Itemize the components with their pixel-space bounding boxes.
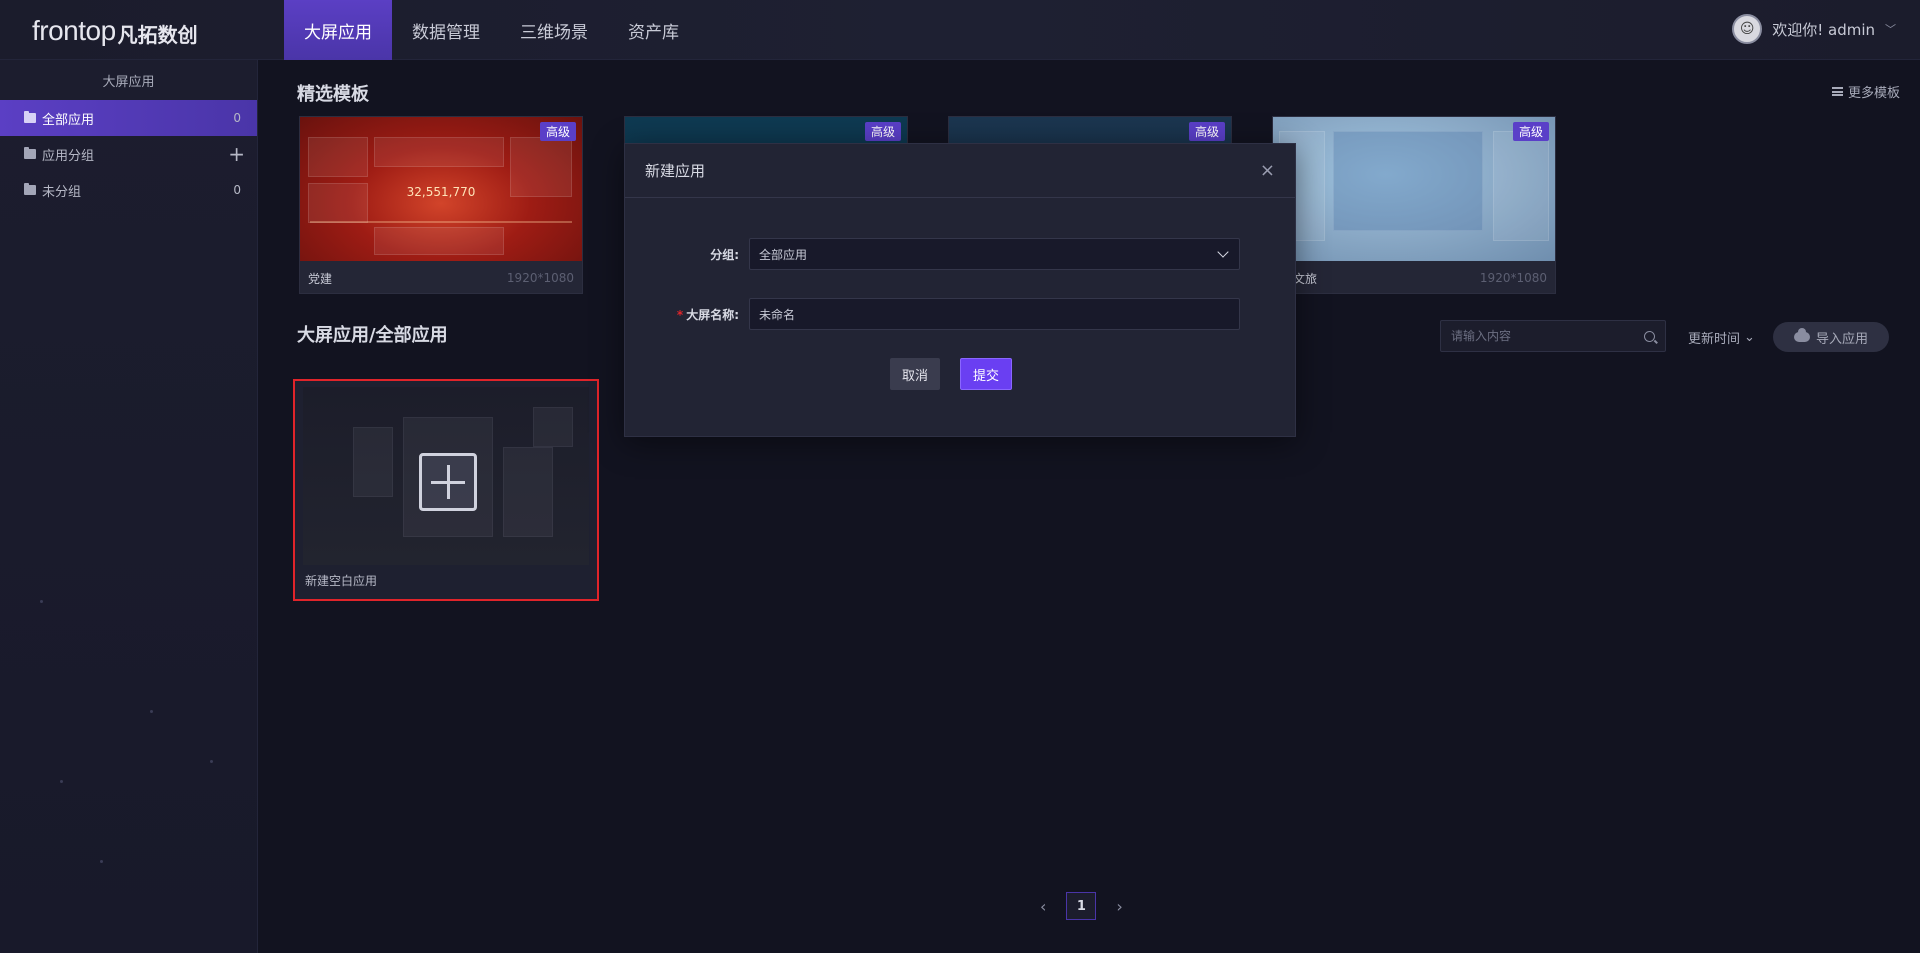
user-menu[interactable]: ☺ 欢迎你! admin ﹀ <box>1732 14 1896 44</box>
page-number[interactable]: 1 <box>1066 892 1097 920</box>
bg-dot <box>60 780 63 783</box>
sort-label: 更新时间 <box>1688 332 1741 347</box>
template-thumb-value: 32,551,770 <box>406 185 476 199</box>
sidebar-item-count: 0 <box>233 183 241 197</box>
bg-dot <box>100 860 103 863</box>
template-size: 1920*1080 <box>506 271 574 285</box>
sidebar-item-all-apps[interactable]: 全部应用 0 <box>0 100 257 136</box>
group-select[interactable]: 全部应用 <box>749 238 1240 270</box>
template-size: 1920*1080 <box>1479 271 1547 285</box>
template-card[interactable]: 高级 慧文旅 1920*1080 <box>1272 116 1556 294</box>
sidebar: 大屏应用 全部应用 0 应用分组 + 未分组 0 <box>0 60 258 953</box>
nav-tab-dashboard-apps[interactable]: 大屏应用 <box>284 0 392 60</box>
add-group-icon[interactable]: + <box>228 144 245 164</box>
new-app-label: 新建空白应用 <box>305 574 378 588</box>
premium-badge: 高级 <box>864 122 901 141</box>
name-row: * 大屏名称: <box>625 298 1240 330</box>
sidebar-item-label: 全部应用 <box>42 112 95 128</box>
user-greeting: 欢迎你! admin <box>1772 20 1875 39</box>
submit-button[interactable]: 提交 <box>960 358 1013 390</box>
next-page-icon[interactable]: › <box>1116 897 1122 916</box>
template-card[interactable]: 32,551,770 高级 党建 1920*1080 <box>299 116 583 294</box>
prev-page-icon[interactable]: ‹ <box>1040 897 1046 916</box>
folder-icon <box>24 111 36 123</box>
premium-badge: 高级 <box>1188 122 1225 141</box>
sidebar-item-label: 应用分组 <box>42 148 95 164</box>
cloud-upload-icon <box>1793 328 1810 342</box>
folder-icon <box>24 147 36 159</box>
logo-text-cn: 凡拓数创 <box>117 22 198 47</box>
group-row: 分组: 全部应用 <box>625 238 1240 270</box>
new-blank-app-card[interactable]: 新建空白应用 <box>293 379 599 601</box>
avatar[interactable]: ☺ <box>1732 14 1763 44</box>
sidebar-item-count: 0 <box>233 111 241 125</box>
cancel-button[interactable]: 取消 <box>890 358 941 390</box>
list-icon <box>1831 87 1843 96</box>
group-select-value: 全部应用 <box>759 247 808 262</box>
sidebar-item-ungrouped[interactable]: 未分组 0 <box>0 172 257 208</box>
chevron-down-icon[interactable]: ﹀ <box>1885 21 1896 37</box>
logo-text-en: frontop <box>32 15 116 46</box>
name-field <box>749 298 1240 330</box>
group-label: 分组: <box>710 247 739 262</box>
sort-dropdown[interactable]: 更新时间 ⌄ <box>1688 328 1755 347</box>
chevron-down-icon <box>1217 246 1229 258</box>
screen-name-input[interactable] <box>759 307 1230 321</box>
plus-icon[interactable] <box>419 453 477 511</box>
bg-dot <box>210 760 213 763</box>
dialog-header: 新建应用 × <box>625 144 1295 198</box>
template-name: 党建 <box>308 271 333 286</box>
pagination: ‹ 1 › <box>1040 892 1123 920</box>
search-box <box>1440 320 1666 352</box>
template-thumbnail: 32,551,770 高级 <box>300 117 582 261</box>
bg-dot <box>40 600 43 603</box>
search-input[interactable] <box>1451 329 1644 343</box>
new-app-dialog: 新建应用 × 分组: 全部应用 *大屏名称: 取消 提交 <box>624 143 1296 437</box>
name-label: * 大屏名称: <box>676 307 739 322</box>
premium-badge: 高级 <box>1512 122 1549 141</box>
main-nav: 大屏应用 数据管理 三维场景 资产库 <box>284 0 699 60</box>
nav-tab-data-management[interactable]: 数据管理 <box>392 0 500 60</box>
folder-icon <box>24 183 36 195</box>
featured-templates-title: 精选模板 <box>297 84 369 105</box>
top-header: frontop 凡拓数创 大屏应用 数据管理 三维场景 资产库 ☺ 欢迎你! a… <box>0 0 1920 60</box>
import-app-label: 导入应用 <box>1815 331 1868 347</box>
nav-tab-3d-scenes[interactable]: 三维场景 <box>500 0 608 60</box>
bg-dot <box>150 710 153 713</box>
template-thumbnail: 高级 <box>1273 117 1555 261</box>
dialog-title: 新建应用 <box>645 162 706 180</box>
chevron-down-icon: ⌄ <box>1744 330 1755 345</box>
sidebar-title: 大屏应用 <box>102 74 155 90</box>
required-mark: * <box>676 307 684 322</box>
logo[interactable]: frontop 凡拓数创 <box>32 14 198 48</box>
sidebar-item-app-groups[interactable]: 应用分组 + <box>0 136 257 172</box>
premium-badge: 高级 <box>539 122 576 141</box>
apps-section-title: 大屏应用/全部应用 <box>297 325 448 346</box>
close-icon[interactable]: × <box>1260 160 1275 181</box>
new-app-thumbnail <box>303 387 589 565</box>
import-app-button[interactable]: 导入应用 <box>1773 322 1889 352</box>
more-templates-label: 更多模板 <box>1847 86 1900 101</box>
sidebar-item-label: 未分组 <box>42 184 82 200</box>
search-icon[interactable] <box>1644 330 1655 342</box>
more-templates-link[interactable]: 更多模板 <box>1831 82 1900 101</box>
nav-tab-asset-library[interactable]: 资产库 <box>608 0 699 60</box>
